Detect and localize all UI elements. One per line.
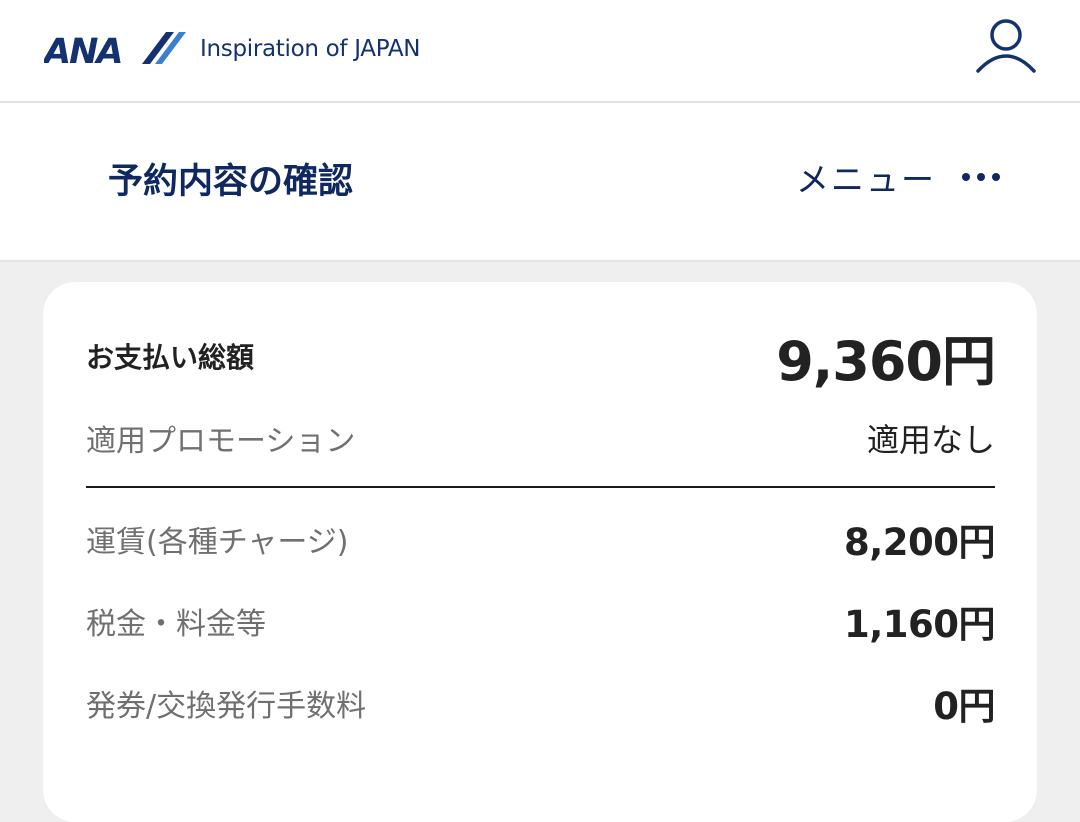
ana-logo[interactable]: ANA [44, 30, 186, 67]
svg-text:ANA: ANA [44, 32, 121, 67]
promotion-row: 適用プロモーション 適用なし [86, 414, 995, 462]
fee-label: 発券/交換発行手数料 [86, 689, 367, 724]
summary-divider [86, 486, 995, 488]
total-label: お支払い総額 [86, 341, 255, 374]
fee-row: 発券/交換発行手数料 0円 [86, 678, 995, 728]
total-row: お支払い総額 9,360円 [86, 324, 996, 393]
app-header: ANA Inspiration of JAPAN [0, 0, 1080, 103]
brand-tagline: Inspiration of JAPAN [200, 36, 421, 62]
promotion-label: 適用プロモーション [86, 424, 356, 459]
payment-summary-card: お支払い総額 9,360円 適用プロモーション 適用なし 運賃(各種チャージ) … [43, 282, 1037, 822]
menu-label: メニュー [796, 160, 936, 199]
menu-button[interactable]: メニュー [796, 155, 1000, 199]
fare-label: 運賃(各種チャージ) [86, 525, 349, 560]
user-icon[interactable] [975, 17, 1037, 77]
page-titlebar: 予約内容の確認 メニュー [0, 103, 1080, 262]
total-value: 9,360円 [776, 329, 996, 393]
page-title: 予約内容の確認 [108, 162, 354, 202]
tax-label: 税金・料金等 [86, 607, 266, 642]
more-horizontal-icon [962, 173, 1000, 181]
fare-value: 8,200円 [843, 521, 996, 564]
promotion-value: 適用なし [866, 421, 995, 459]
tax-row: 税金・料金等 1,160円 [86, 596, 996, 646]
tax-value: 1,160円 [843, 603, 996, 646]
fare-row: 運賃(各種チャージ) 8,200円 [86, 514, 996, 564]
fee-value: 0円 [933, 685, 995, 728]
